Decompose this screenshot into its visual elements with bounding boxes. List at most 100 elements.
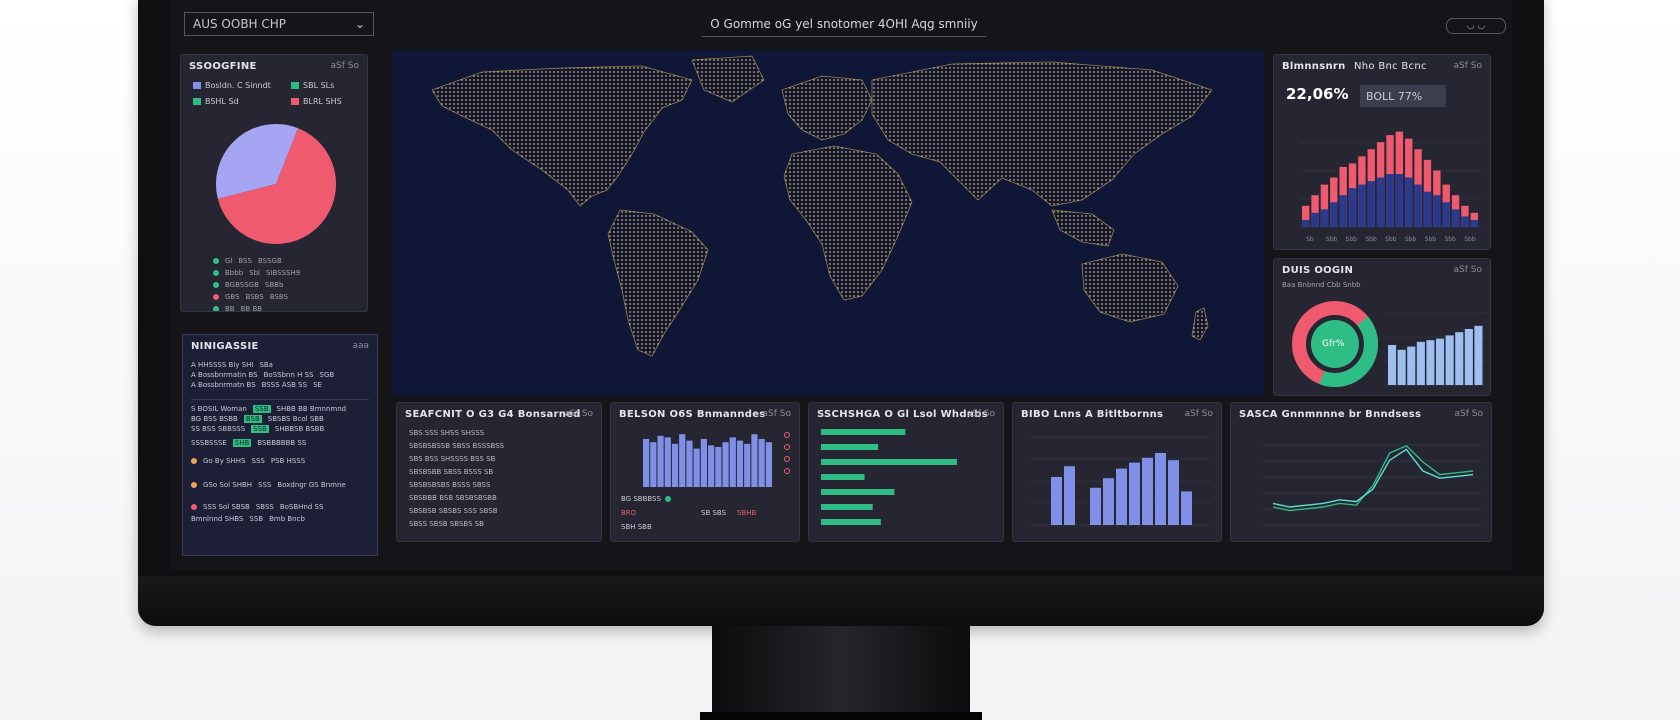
bottom-panel-1: SEAFCNIT O G3 G4 Bonsarned aSf So SBS SS…: [396, 402, 602, 542]
table-row[interactable]: Go By SHHS SSS PSB HSSS: [191, 457, 305, 465]
bottom-panel-2-menu[interactable]: aSf So: [763, 409, 791, 419]
table-row[interactable]: S BOSIL Woman SSB SHBB BB Bmnnmnd: [191, 405, 346, 413]
pie-panel-menu[interactable]: aSf So: [331, 61, 359, 71]
hbar: [821, 459, 957, 465]
bar: [1358, 184, 1366, 227]
donut-panel: DUIS OOGIN aSf So Baa Bnbnnd Cbb Snbb Gf…: [1273, 258, 1491, 396]
list-item: SBS SSS SHSS SHSSS: [409, 429, 485, 437]
bar: [1451, 209, 1460, 227]
bottom-panel-2-legend-item: SB SBS: [701, 509, 727, 517]
australia: [1081, 253, 1179, 323]
table-row[interactable]: BG BSS BSBB BSB SBSBS Bcol SBB: [191, 415, 324, 423]
bar: [1416, 341, 1425, 385]
legend-dot: [784, 456, 790, 462]
hbar: [821, 429, 906, 435]
bar: [664, 437, 671, 487]
chevron-down-icon: ⌄: [354, 17, 365, 31]
bar: [1103, 478, 1114, 525]
pie-detail-list: Gl BSS BSSGB Bbbb Sbl SIBSSSH9 BGBSSGB SBBb G…: [213, 255, 300, 311]
donut-center-label: Gfr%: [1322, 339, 1345, 349]
list-item: SBSBSBB SBSS BSSS SB: [409, 468, 494, 476]
bar: [722, 442, 729, 487]
bar: [693, 448, 700, 487]
bar: [1302, 219, 1310, 227]
donut-panel-menu[interactable]: aSf So: [1454, 265, 1482, 275]
tick-label: Sbb: [1326, 236, 1338, 243]
bar: [686, 440, 693, 487]
legend-dot: [784, 468, 790, 474]
bar: [1155, 453, 1166, 525]
table-panel-title: NINIGASSIE: [191, 341, 259, 352]
bottom-panel-4-menu[interactable]: aSf So: [1185, 409, 1213, 419]
hbar: [821, 474, 865, 480]
bar: [1433, 195, 1441, 227]
bar: [1129, 462, 1140, 525]
greenland: [691, 55, 765, 103]
bar: [1442, 202, 1450, 227]
table-row[interactable]: SS BSS SBBSSS SSB SHBBSB BSBB: [191, 425, 324, 433]
world-map[interactable]: [392, 50, 1264, 396]
bottom-panel-5-line-chart: [1263, 444, 1483, 526]
bar: [1455, 332, 1464, 385]
kpi-panel-menu[interactable]: aSf So: [1454, 61, 1482, 71]
bar: [650, 442, 657, 487]
bar: [1168, 460, 1179, 525]
legend-dot: [784, 432, 790, 438]
bar: [1330, 202, 1338, 227]
list-item: BGBSSGB SBBb: [213, 279, 300, 291]
table-row[interactable]: SSSBSSSE SHB BSBBBBBB SS: [191, 439, 306, 447]
pie-panel: SSOOGFINE aSf So Bosldn. C Sinndt SBL SL…: [180, 54, 368, 312]
bottom-panel-5-menu[interactable]: aSf So: [1455, 409, 1483, 419]
pie-panel-title: SSOOGFINE: [189, 61, 257, 72]
scope-dropdown[interactable]: AUS OOBH CHP ⌄: [184, 12, 374, 36]
bar: [1405, 177, 1413, 227]
southeast-asia: [1051, 209, 1115, 247]
pie-legend-item: BLRL SHS: [291, 97, 342, 106]
kpi-panel-title: Blmnnsnrn: [1282, 61, 1346, 72]
asia: [871, 61, 1213, 207]
bottom-panel-3-menu[interactable]: aSf So: [967, 409, 995, 419]
north-america: [431, 65, 693, 207]
table-row[interactable]: Bmnlnnd SHBS SSB Bmb Bncb: [191, 515, 305, 523]
tick-label: Sbb: [1425, 236, 1437, 243]
bar: [1386, 174, 1394, 227]
table-row[interactable]: GSo Sol SHBH SSS Boxdngr GS Bnmne: [191, 481, 346, 489]
bar: [1397, 349, 1406, 385]
monitor: AUS OOBH CHP ⌄ O Gomme oG yel snotomer 4…: [138, 0, 1544, 626]
bar: [765, 442, 772, 487]
bottom-panel-4: BIBO Lnns A Bitltbornns aSf So: [1012, 402, 1222, 542]
bar: [1339, 195, 1347, 227]
table-row[interactable]: A HHSSSS Biy SHI SBa: [191, 361, 273, 369]
bottom-panel-4-title: BIBO Lnns A Bitltbornns: [1021, 409, 1164, 420]
bar: [1461, 216, 1469, 227]
list-item: SBSBSBSBS BSSS SBSS: [409, 481, 491, 489]
list-item: SBSBSBSSB SBSS BSSSBSS: [409, 442, 505, 450]
table-panel-menu[interactable]: aaa: [352, 341, 369, 351]
africa: [783, 145, 913, 301]
bottom-panel-1-menu[interactable]: aSf So: [565, 409, 593, 419]
bar: [1470, 219, 1478, 227]
series-line: [1272, 448, 1474, 508]
south-america: [607, 209, 709, 357]
list-item: SBSBBB BSB SBSBSBSBB: [409, 494, 497, 502]
kpi-value: 22,06%: [1286, 85, 1349, 103]
list-item: SBSS SBSB SBSBS SB: [409, 520, 484, 528]
bar: [700, 439, 707, 487]
window-controls[interactable]: ◡ ◡: [1446, 18, 1506, 34]
list-item: Bbbb Sbl SIBSSSH9: [213, 267, 300, 279]
bar: [1064, 466, 1075, 525]
table-panel: NINIGASSIE aaa A HHSSSS Biy SHI SBa A Bos…: [182, 334, 378, 556]
table-row[interactable]: A Bossbnrmatin BS BoSSbnn H SS SGB: [191, 371, 334, 379]
bar: [679, 434, 686, 487]
bar: [708, 445, 715, 487]
monitor-stand-base: [700, 712, 982, 720]
new-zealand: [1191, 307, 1209, 341]
bar: [1395, 174, 1404, 227]
table-row[interactable]: A Bossbnrmatn BS BSSS ASB SS SE: [191, 381, 322, 389]
bar: [1142, 457, 1153, 525]
bar: [671, 443, 679, 487]
table-row[interactable]: SSS Sol SBSB SBSS BoSBHnd SS: [191, 503, 323, 511]
bar: [758, 439, 765, 487]
bar: [643, 439, 650, 487]
hbar: [821, 519, 881, 525]
